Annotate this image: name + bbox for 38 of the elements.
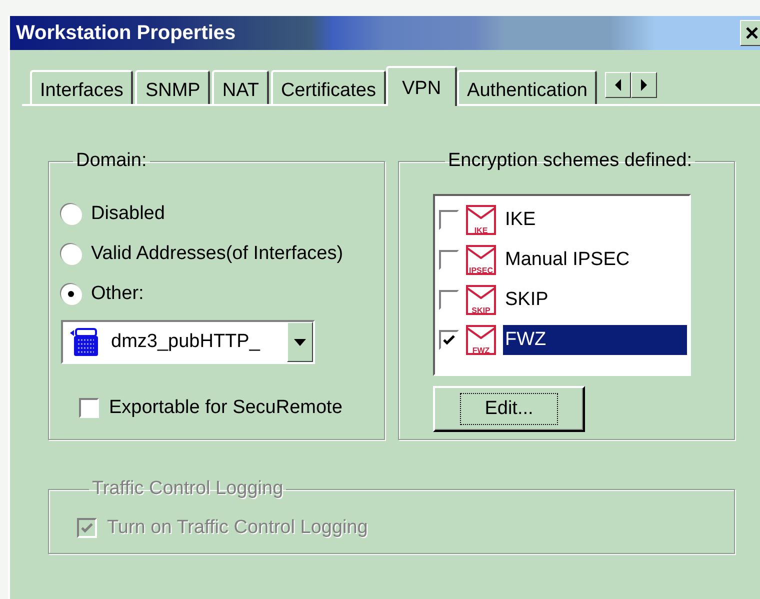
tab[interactable]: Certificates — [270, 70, 386, 104]
list-item[interactable]: FWZ — [503, 325, 687, 355]
tab[interactable]: NAT — [212, 70, 269, 104]
checkbox-label: Turn on Traffic Control Logging — [107, 517, 368, 539]
envelope-icon: IPSEC — [465, 244, 497, 276]
envelope-icon: FWZ — [465, 324, 497, 356]
check-icon — [81, 523, 93, 533]
close-button[interactable] — [740, 20, 760, 46]
close-icon — [745, 26, 759, 40]
radio-button[interactable] — [61, 204, 81, 224]
envelope-icon: SKIP — [465, 284, 497, 316]
radio-button[interactable] — [61, 244, 81, 264]
list-item[interactable]: SKIP — [503, 285, 687, 315]
list-item[interactable]: IKE — [503, 205, 687, 235]
dropdown-value: dmz3_pubHTTP_ — [111, 331, 262, 353]
radio-label: Valid Addresses(of Interfaces) — [91, 243, 344, 265]
tab[interactable]: VPN — [386, 66, 458, 106]
scroll-right-button[interactable] — [631, 72, 658, 98]
group-title: Encryption schemes defined: — [447, 150, 693, 172]
tab[interactable]: Interfaces — [30, 70, 134, 104]
envelope-icon: IKE — [465, 204, 497, 236]
tab[interactable]: SNMP — [135, 70, 210, 104]
left-triangle-icon — [614, 79, 622, 91]
radio-label: Disabled — [91, 203, 165, 225]
radio-button[interactable] — [61, 284, 81, 304]
list-item[interactable]: Manual IPSEC — [503, 245, 687, 275]
right-triangle-icon — [640, 79, 648, 91]
tab[interactable]: Authentication — [457, 70, 598, 104]
object-dropdown[interactable]: dmz3_pubHTTP_ — [61, 320, 315, 364]
caret-icon — [294, 338, 306, 346]
group-title: Domain: — [75, 150, 148, 172]
scroll-left-button[interactable] — [605, 72, 632, 98]
window-title: Workstation Properties — [16, 22, 236, 44]
check-icon — [443, 335, 455, 345]
radio-label: Other: — [91, 283, 144, 305]
checkbox[interactable] — [79, 398, 99, 418]
edit-button[interactable]: Edit... — [433, 386, 585, 432]
checkbox-label: Exportable for SecuRemote — [109, 397, 342, 419]
